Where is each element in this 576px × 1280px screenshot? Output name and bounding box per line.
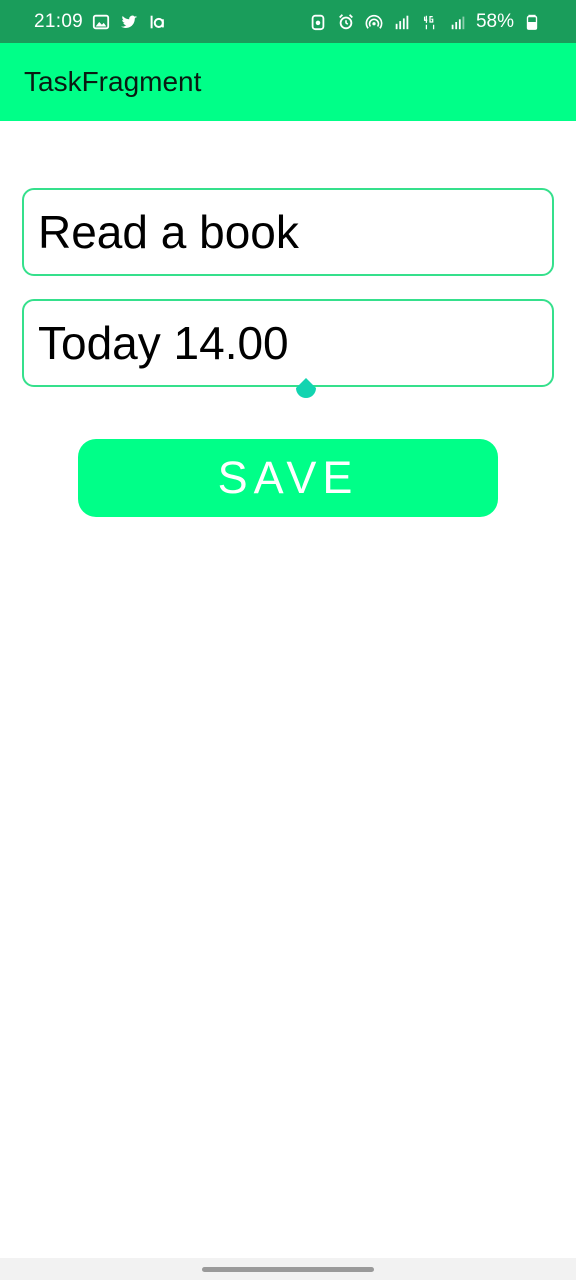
signal-r-icon: [392, 12, 412, 32]
navigation-bar: [0, 1258, 576, 1280]
android-icon: [308, 12, 328, 32]
task-time-value: Today 14.00: [38, 317, 289, 369]
task-name-value: Read a book: [38, 206, 299, 258]
twitter-icon: [119, 12, 139, 32]
hotspot-icon: [364, 12, 384, 32]
status-right: 58%: [308, 11, 542, 33]
signal-4g-icon: [420, 12, 440, 32]
text-cursor-handle[interactable]: [292, 376, 320, 410]
status-time: 21:09: [34, 10, 84, 32]
app-bar: TaskFragment: [0, 43, 576, 121]
home-indicator[interactable]: [202, 1267, 374, 1272]
status-bar: 21:09 58%: [0, 0, 576, 43]
battery-icon: [522, 12, 542, 32]
task-name-field[interactable]: Read a book: [22, 188, 554, 276]
status-left: 21:09: [34, 11, 167, 33]
task-time-field[interactable]: Today 14.00: [22, 299, 554, 387]
alarm-icon: [336, 12, 356, 32]
battery-percent: 58%: [475, 10, 514, 32]
save-button[interactable]: SAVE: [78, 439, 498, 517]
app-la-icon: [147, 12, 167, 32]
gallery-icon: [91, 12, 111, 32]
app-title: TaskFragment: [24, 66, 202, 97]
signal-icon: [448, 12, 468, 32]
